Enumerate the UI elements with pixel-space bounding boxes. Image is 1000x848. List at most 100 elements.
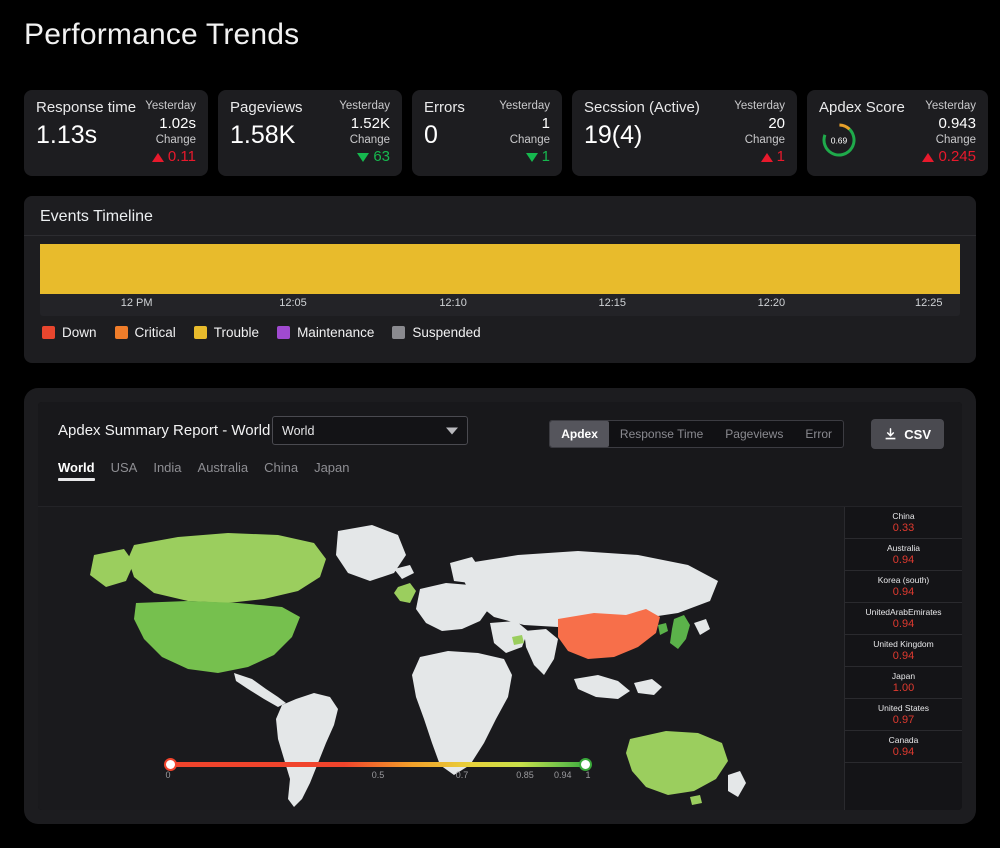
legend-label: Suspended (412, 325, 481, 340)
tab-china[interactable]: China (264, 460, 298, 481)
kpi-value: 1.13s (36, 121, 98, 149)
triangle-down-icon (357, 152, 370, 162)
legend-item-maintenance[interactable]: Maintenance (277, 325, 374, 340)
legend-label: Trouble (213, 325, 260, 340)
metric-tab-response-time[interactable]: Response Time (609, 421, 714, 447)
download-icon (885, 427, 896, 439)
kpi-title: Pageviews (230, 99, 303, 116)
list-item[interactable]: United Kingdom 0.94 (845, 635, 962, 667)
country-value: 1.00 (892, 682, 915, 694)
metric-tab-apdex[interactable]: Apdex (550, 421, 609, 447)
report-header: Apdex Summary Report - World World World… (38, 402, 962, 507)
country-value: 0.94 (892, 746, 915, 758)
legend-item-down[interactable]: Down (42, 325, 97, 340)
map-country-china[interactable] (558, 609, 660, 659)
tab-world[interactable]: World (58, 460, 95, 481)
csv-export-button[interactable]: CSV (871, 419, 944, 449)
kpi-card-response-time[interactable]: Response time 1.13s Yesterday 1.02s Chan… (24, 90, 208, 176)
map-country-japan[interactable] (670, 615, 690, 649)
triangle-down-icon (525, 152, 538, 162)
country-value: 0.94 (892, 554, 915, 566)
metric-tab-pageviews[interactable]: Pageviews (714, 421, 794, 447)
kpi-right-column: Yesterday 1 Change 1 (499, 99, 550, 166)
kpi-value: 1.58K (230, 121, 296, 149)
metric-tab-error[interactable]: Error (794, 421, 843, 447)
scale-tick: 0.85 (516, 770, 534, 780)
kpi-left-column: Pageviews 1.58K (230, 99, 303, 148)
apdex-gauge: 0.69 (819, 120, 905, 165)
map-country-korea-south[interactable] (658, 623, 668, 635)
legend-item-critical[interactable]: Critical (114, 325, 176, 340)
country-value-list[interactable]: China 0.33 Australia 0.94 Korea (south) … (844, 507, 962, 810)
list-item[interactable]: UnitedArabEmirates 0.94 (845, 603, 962, 635)
tab-india[interactable]: India (153, 460, 181, 481)
list-item[interactable]: Korea (south) 0.94 (845, 571, 962, 603)
tab-japan[interactable]: Japan (314, 460, 349, 481)
apdex-color-scale[interactable]: 0 0.5 0.7 0.85 0.94 1 (164, 758, 592, 784)
tab-usa[interactable]: USA (111, 460, 138, 481)
kpi-yesterday-label: Yesterday (339, 100, 390, 112)
legend-item-suspended[interactable]: Suspended (392, 325, 481, 340)
map-country-united-states[interactable] (134, 601, 300, 673)
events-timeline-panel: Events Timeline 12 PM 12:05 12:10 12:15 … (24, 196, 976, 363)
gauge-value-text: 0.69 (831, 136, 848, 146)
tab-australia[interactable]: Australia (198, 460, 249, 481)
triangle-up-icon (760, 152, 773, 162)
region-select[interactable]: World (272, 416, 468, 445)
legend-label: Maintenance (297, 325, 375, 340)
scale-gradient-track[interactable] (168, 762, 588, 767)
region-select-value: World (282, 423, 315, 438)
legend-swatch-icon (114, 326, 128, 339)
kpi-change-label: Change (935, 133, 976, 146)
map-country-australia[interactable] (626, 731, 728, 795)
kpi-left-column: Errors 0 (424, 99, 465, 148)
kpi-change-value: 0.245 (938, 148, 976, 166)
map-country-tasmania[interactable] (690, 795, 702, 805)
kpi-yesterday-label: Yesterday (145, 100, 196, 112)
country-name: Korea (south) (877, 575, 930, 585)
axis-tick: 12:05 (279, 297, 307, 309)
map-country-canada[interactable] (128, 533, 326, 603)
kpi-change-label: Change (155, 133, 196, 146)
axis-tick: 12:20 (757, 297, 786, 309)
country-value: 0.33 (892, 522, 915, 534)
list-item[interactable]: United States 0.97 (845, 699, 962, 731)
kpi-change-value: 0.11 (167, 148, 196, 166)
kpi-title: Errors (424, 99, 465, 116)
map-country-alaska[interactable] (90, 549, 134, 587)
timeline-axis: 12 PM 12:05 12:10 12:15 12:20 12:25 (40, 294, 960, 316)
kpi-yesterday-value: 0.943 (938, 114, 976, 132)
dashboard-page: Performance Trends Response time 1.13s Y… (0, 0, 1000, 848)
list-item[interactable]: Canada 0.94 (845, 731, 962, 763)
country-value: 0.94 (892, 650, 915, 662)
timeline-status-bar[interactable] (40, 244, 960, 294)
scale-tick: 0.5 (371, 770, 385, 780)
list-item[interactable]: Japan 1.00 (845, 667, 962, 699)
kpi-card-sessions[interactable]: Secssion (Active) 19(4) Yesterday 20 Cha… (572, 90, 797, 176)
events-timeline-chart[interactable]: 12 PM 12:05 12:10 12:15 12:20 12:25 (40, 244, 960, 316)
kpi-yesterday-value: 1.52K (350, 114, 390, 132)
country-tab-bar: World USA India Australia China Japan (58, 460, 350, 481)
map-country-united-kingdom[interactable] (394, 583, 416, 603)
events-timeline-title: Events Timeline (24, 196, 976, 236)
kpi-change-label: Change (509, 133, 550, 146)
apdex-report-panel: Apdex Summary Report - World World World… (24, 388, 976, 824)
apdex-report-inner: Apdex Summary Report - World World World… (38, 402, 962, 810)
list-item[interactable]: Australia 0.94 (845, 539, 962, 571)
kpi-right-column: Yesterday 1.52K Change 63 (339, 99, 390, 166)
kpi-card-apdex-score[interactable]: Apdex Score 0.69 Yesterday 0.943 Change … (807, 90, 988, 176)
country-value: 0.94 (892, 618, 915, 630)
legend-item-trouble[interactable]: Trouble (193, 325, 260, 340)
legend-swatch-icon (277, 326, 291, 339)
scale-tick: 1 (585, 770, 591, 780)
kpi-change-row: 0.245 (922, 148, 976, 166)
list-item[interactable]: China 0.33 (845, 507, 962, 539)
world-map-area[interactable]: 0 0.5 0.7 0.85 0.94 1 (38, 507, 844, 810)
kpi-change-value: 1 (776, 148, 785, 166)
legend-label: Critical (134, 325, 176, 340)
kpi-card-pageviews[interactable]: Pageviews 1.58K Yesterday 1.52K Change 6… (218, 90, 402, 176)
scale-tick: 0.7 (455, 770, 469, 780)
kpi-card-errors[interactable]: Errors 0 Yesterday 1 Change 1 (412, 90, 562, 176)
gauge-donut-icon: 0.69 (822, 123, 856, 157)
kpi-yesterday-label: Yesterday (499, 100, 550, 112)
